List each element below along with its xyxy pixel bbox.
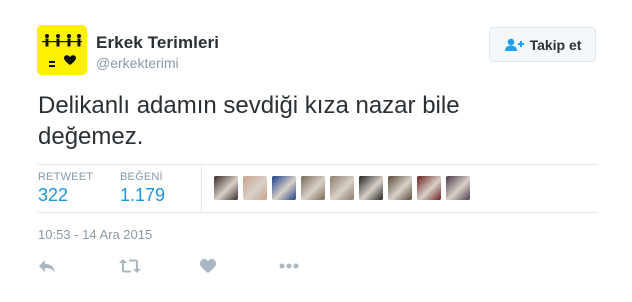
liker-avatar[interactable]: [359, 176, 383, 200]
avatar-image: [37, 25, 87, 75]
more-dots-icon: [279, 263, 299, 269]
retweet-stat[interactable]: RETWEET 322: [38, 171, 93, 206]
retweet-icon: [119, 259, 141, 273]
timestamp[interactable]: 10:53 - 14 Ara 2015: [38, 227, 152, 242]
follow-person-plus-icon: [504, 38, 524, 52]
tweet-text-line-2: değemez.: [38, 123, 144, 150]
reply-button[interactable]: [38, 256, 56, 276]
like-count: 1.179: [120, 185, 166, 205]
liker-avatar[interactable]: [330, 176, 354, 200]
like-stat[interactable]: BEĞENİ 1.179: [120, 171, 165, 206]
liker-avatars: [214, 176, 470, 200]
more-button[interactable]: [279, 256, 299, 276]
stats-divider: [201, 165, 202, 212]
like-heart-icon: [200, 258, 216, 273]
retweet-label: RETWEET: [38, 171, 94, 183]
liker-avatar[interactable]: [214, 176, 238, 200]
liker-avatar[interactable]: [272, 176, 296, 200]
reply-icon: [39, 260, 55, 272]
liker-avatar[interactable]: [301, 176, 325, 200]
tweet-text-line-1: Delikanlı adamın sevdiği kıza nazar bile: [38, 92, 460, 119]
avatar[interactable]: [37, 25, 87, 75]
like-button[interactable]: [200, 256, 216, 276]
account-handle[interactable]: @erkekterimi: [96, 55, 179, 71]
follow-button[interactable]: Takip et: [489, 27, 596, 62]
follow-button-label: Takip et: [529, 36, 582, 53]
tweet-text: Delikanlı adamın sevdiği kıza nazar bile…: [38, 90, 598, 152]
like-label: BEĞENİ: [120, 171, 163, 183]
retweet-button[interactable]: [119, 256, 141, 276]
divider: [37, 164, 598, 165]
retweet-count: 322: [38, 185, 69, 205]
liker-avatar[interactable]: [446, 176, 470, 200]
divider: [37, 212, 598, 213]
liker-avatar[interactable]: [417, 176, 441, 200]
liker-avatar[interactable]: [243, 176, 267, 200]
liker-avatar[interactable]: [388, 176, 412, 200]
account-name[interactable]: Erkek Terimleri: [96, 33, 219, 53]
tweet-card: Erkek Terimleri @erkekterimi Takip et De…: [0, 0, 632, 302]
